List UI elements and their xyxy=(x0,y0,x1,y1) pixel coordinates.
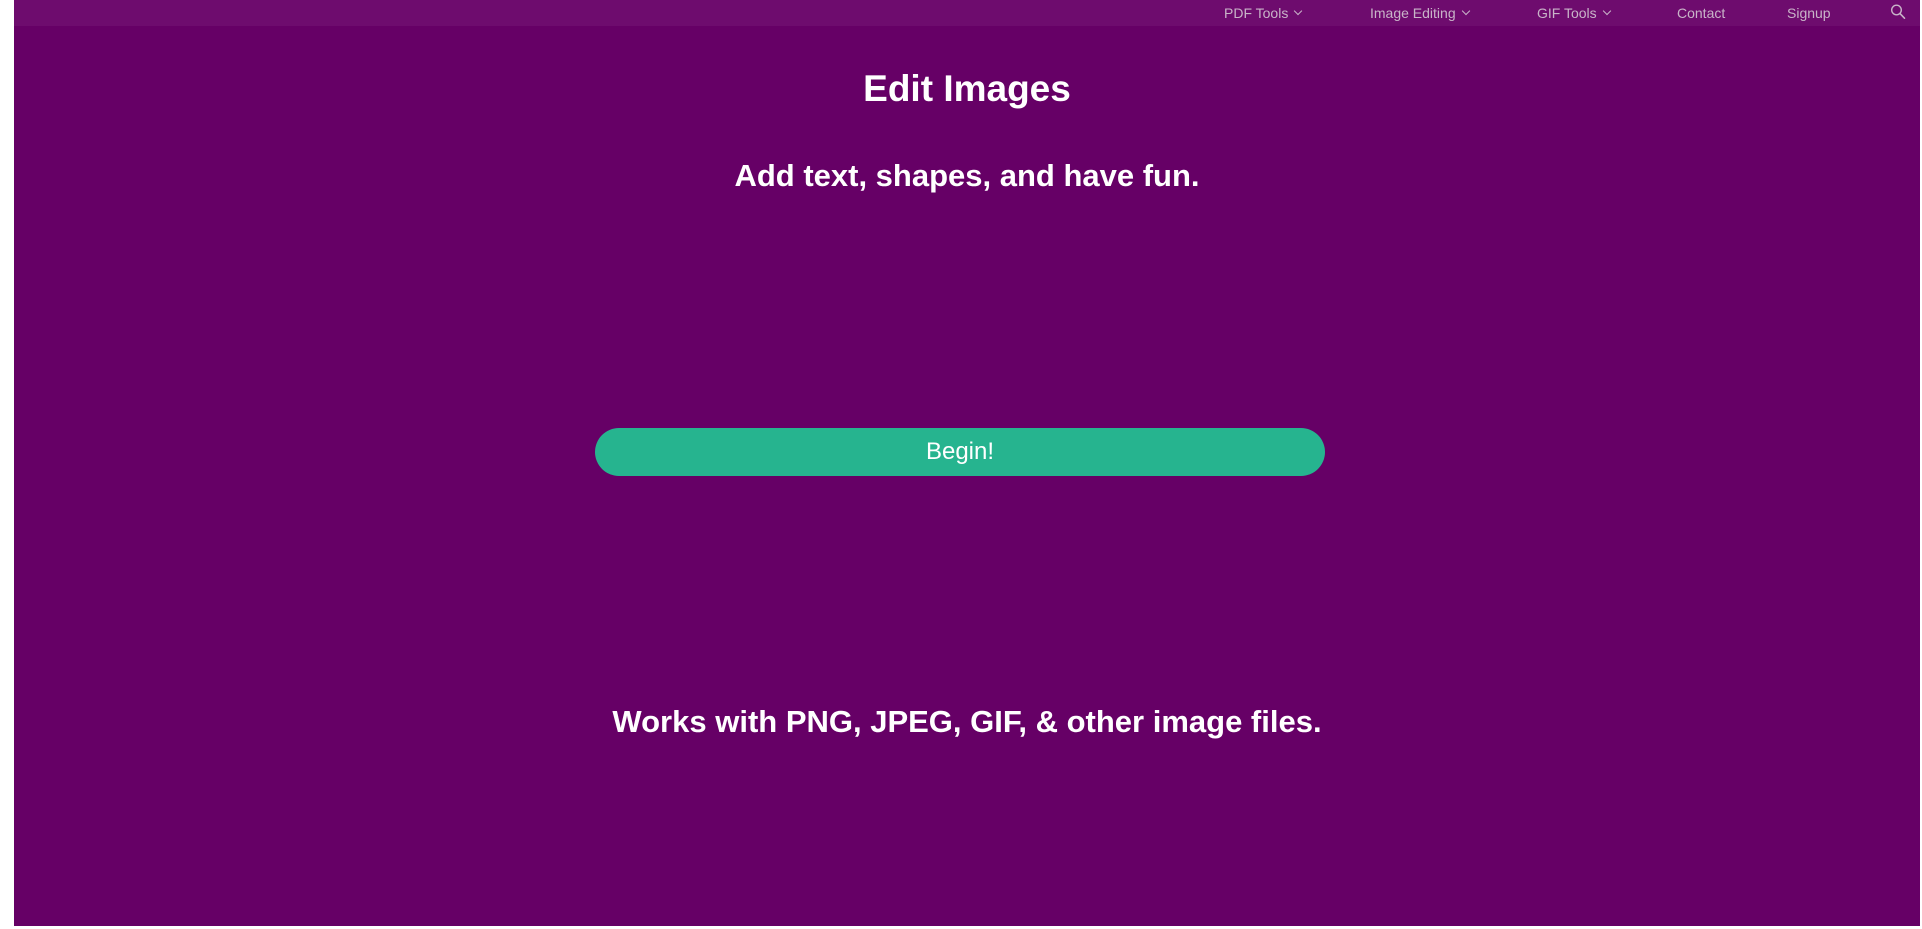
page-title: Edit Images xyxy=(863,68,1071,109)
nav-item-label: Contact xyxy=(1677,4,1726,21)
page-background: PDF Tools Image Editing GIF Tools Contac… xyxy=(14,0,1920,926)
begin-button[interactable]: Begin! xyxy=(595,428,1325,476)
chevron-down-icon xyxy=(1461,6,1470,16)
nav-item-label: Signup xyxy=(1787,4,1831,21)
search-icon[interactable] xyxy=(1890,3,1906,21)
nav-item-label: Image Editing xyxy=(1370,4,1456,21)
nav-item-label: PDF Tools xyxy=(1224,4,1289,21)
page-subtitle: Add text, shapes, and have fun. xyxy=(734,158,1200,193)
nav-item-image-editing[interactable]: Image Editing xyxy=(1370,0,1470,26)
chevron-down-icon xyxy=(1602,6,1611,16)
nav-item-gif-tools[interactable]: GIF Tools xyxy=(1537,0,1611,26)
supported-formats-note: Works with PNG, JPEG, GIF, & other image… xyxy=(612,704,1322,739)
nav-item-label: GIF Tools xyxy=(1537,4,1597,21)
nav-item-pdf-tools[interactable]: PDF Tools xyxy=(1224,0,1303,26)
nav-item-contact[interactable]: Contact xyxy=(1677,0,1725,26)
chevron-down-icon xyxy=(1294,6,1303,16)
nav-item-signup[interactable]: Signup xyxy=(1787,0,1831,26)
top-navigation-bar: PDF Tools Image Editing GIF Tools Contac… xyxy=(14,0,1920,26)
